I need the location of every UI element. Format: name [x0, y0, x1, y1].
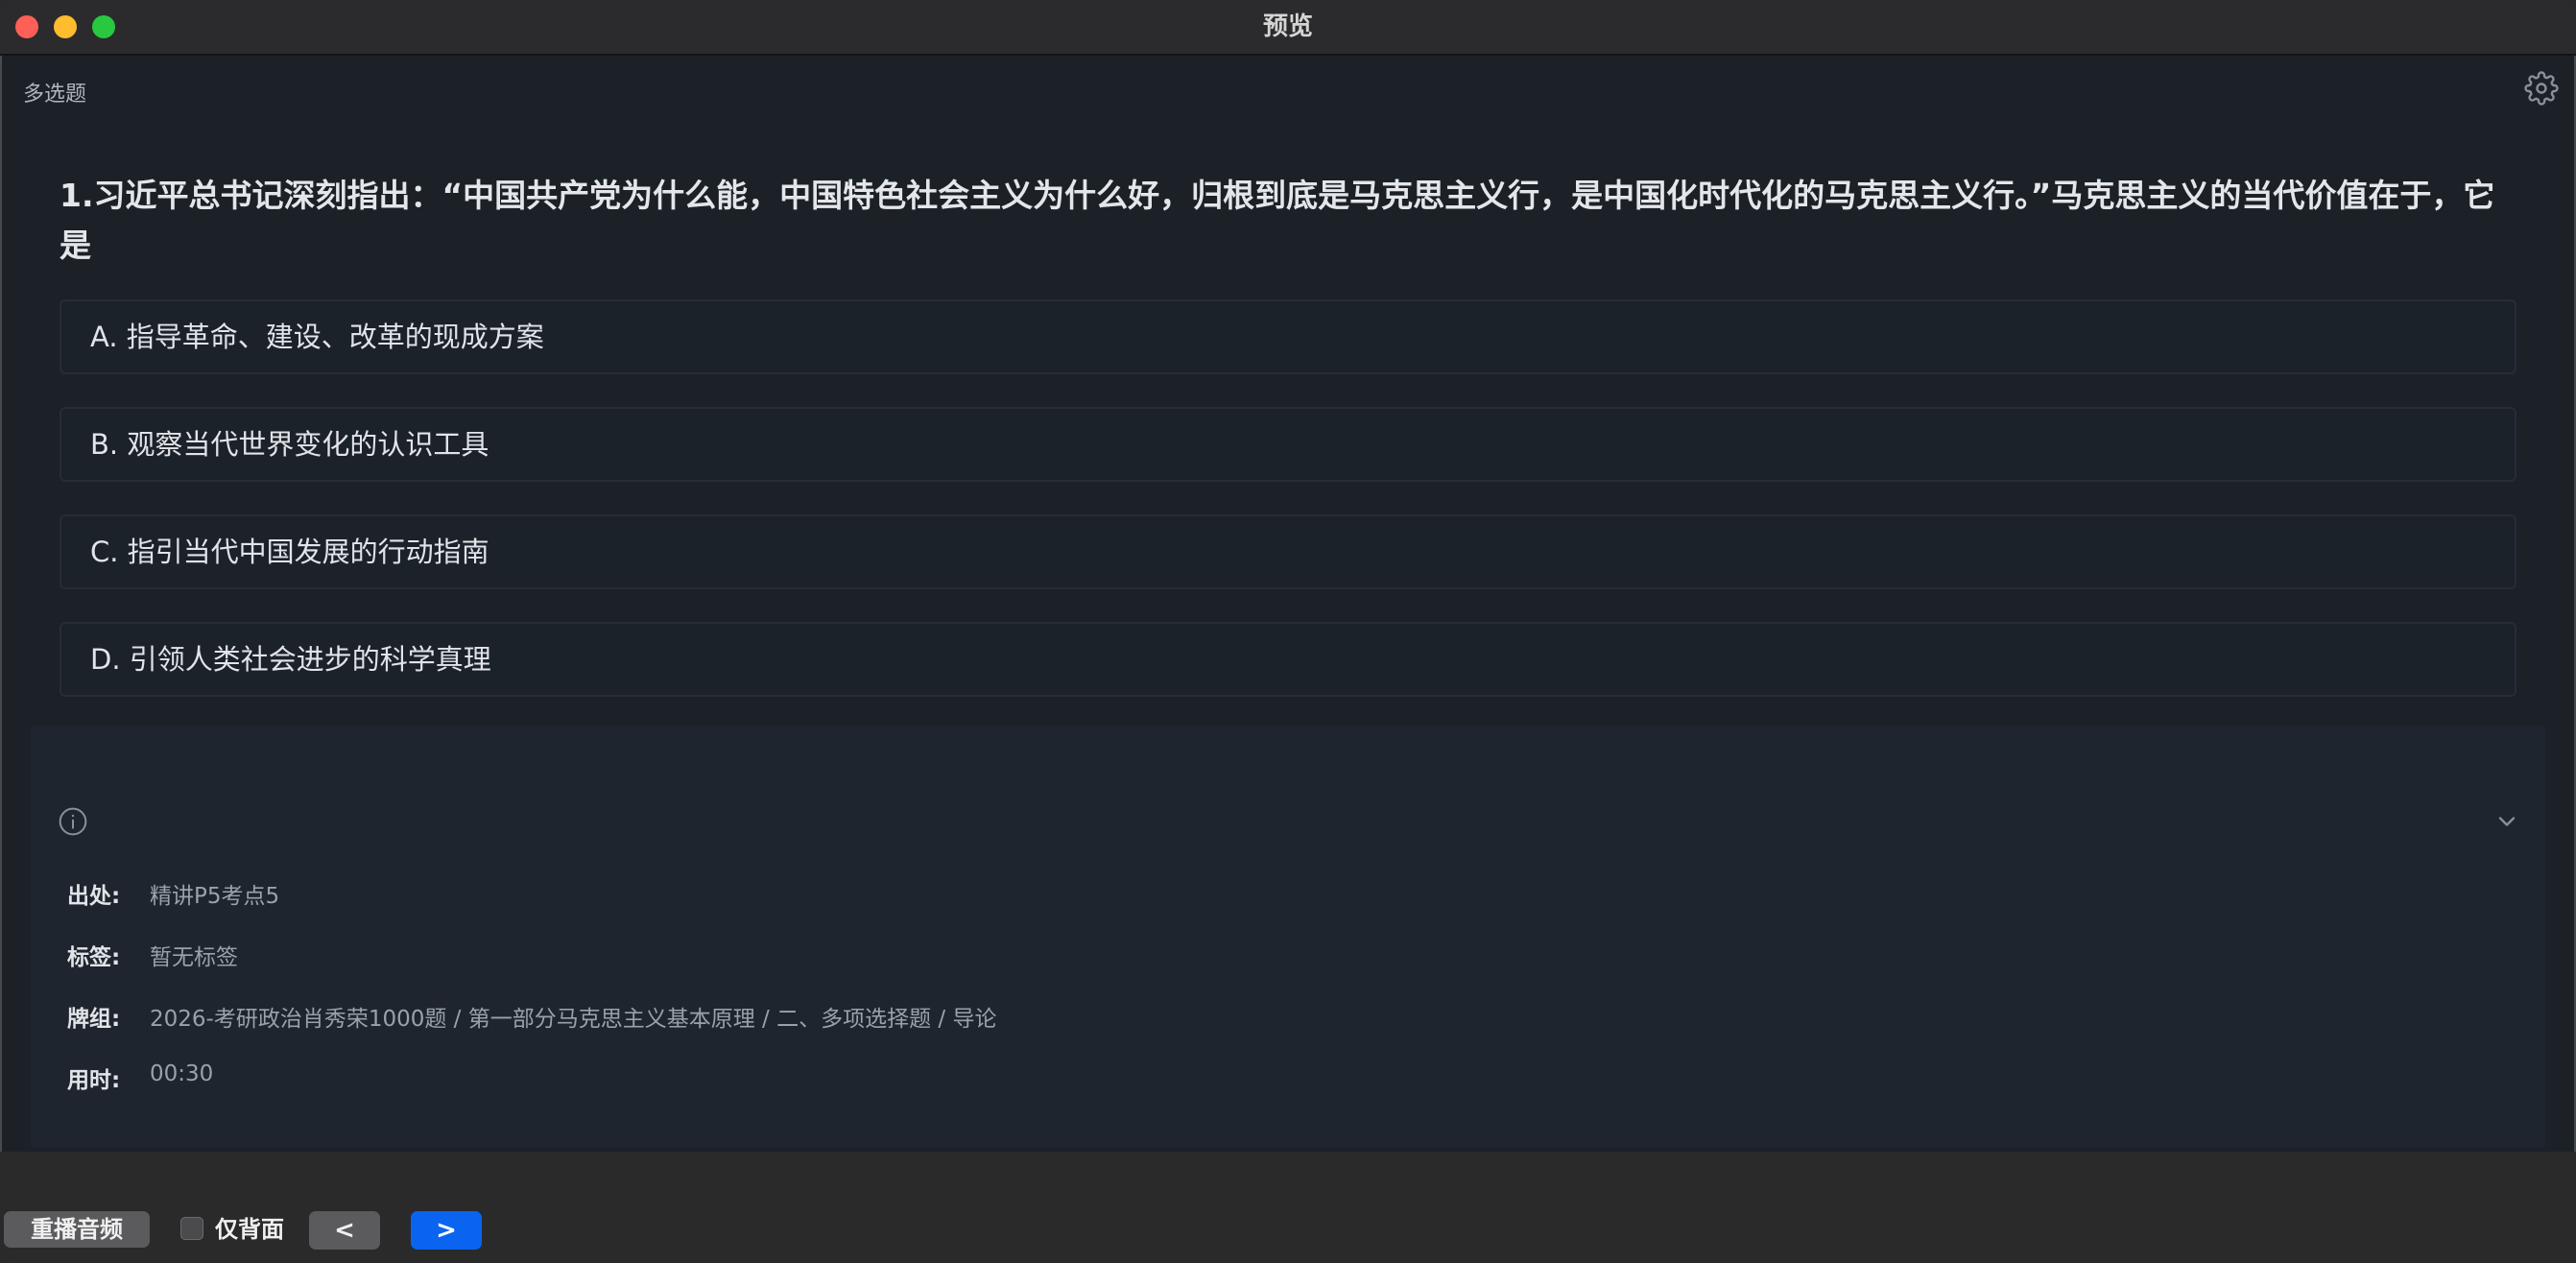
- option-label: A. 指导革命、建设、改革的现成方案: [90, 321, 544, 353]
- option-label: C. 指引当代中国发展的行动指南: [90, 536, 489, 568]
- deck-value: 2026-考研政治肖秀荣1000题 / 第一部分马克思主义基本原理 / 二、多项…: [150, 1007, 997, 1032]
- option-label: B. 观察当代世界变化的认识工具: [90, 428, 489, 461]
- card-content: 多选题 1.习近平总书记深刻指出：“中国共产党为什么能，中国特色社会主义为什么好…: [2, 56, 2574, 1150]
- time-label: 用时:: [67, 1068, 121, 1093]
- replay-audio-button[interactable]: 重播音频: [4, 1211, 150, 1248]
- option-b[interactable]: B. 观察当代世界变化的认识工具: [60, 407, 2516, 482]
- back-only-checkbox[interactable]: [180, 1217, 203, 1240]
- source-value: 精讲P5考点5: [150, 884, 280, 909]
- source-label: 出处:: [67, 884, 121, 909]
- option-label: D. 引领人类社会进步的科学真理: [90, 643, 491, 676]
- question-text: 1.习近平总书记深刻指出：“中国共产党为什么能，中国特色社会主义为什么好，归根到…: [60, 177, 2495, 264]
- option-a[interactable]: A. 指导革命、建设、改革的现成方案: [60, 299, 2516, 374]
- next-button[interactable]: >: [411, 1211, 482, 1250]
- preview-window: 预览 多选题 1.习近平总书记深刻指出：“中国共产党为什么能，中国特色社会主义为…: [0, 0, 2576, 1263]
- back-only-label[interactable]: 仅背面: [215, 1212, 284, 1247]
- info-panel: 出处: 精讲P5考点5 标签: 暂无标签 牌组: 2026-考研政治肖秀荣100…: [31, 726, 2545, 1148]
- window-title: 预览: [1262, 12, 1313, 41]
- time-value: 00:30: [150, 1061, 214, 1086]
- tags-value: 暂无标签: [150, 945, 238, 970]
- option-d[interactable]: D. 引领人类社会进步的科学真理: [60, 622, 2516, 697]
- tags-label: 标签:: [67, 945, 121, 970]
- previous-button[interactable]: <: [309, 1211, 380, 1250]
- gear-icon[interactable]: [2524, 71, 2559, 106]
- question-type-label: 多选题: [23, 83, 87, 107]
- chevron-down-icon[interactable]: [2493, 808, 2520, 835]
- title-bar: 预览: [0, 0, 2576, 56]
- info-icon[interactable]: [58, 806, 88, 837]
- deck-label: 牌组:: [67, 1007, 121, 1032]
- option-c[interactable]: C. 指引当代中国发展的行动指南: [60, 514, 2516, 589]
- bottom-toolbar: 重播音频 仅背面 < >: [0, 1152, 2576, 1263]
